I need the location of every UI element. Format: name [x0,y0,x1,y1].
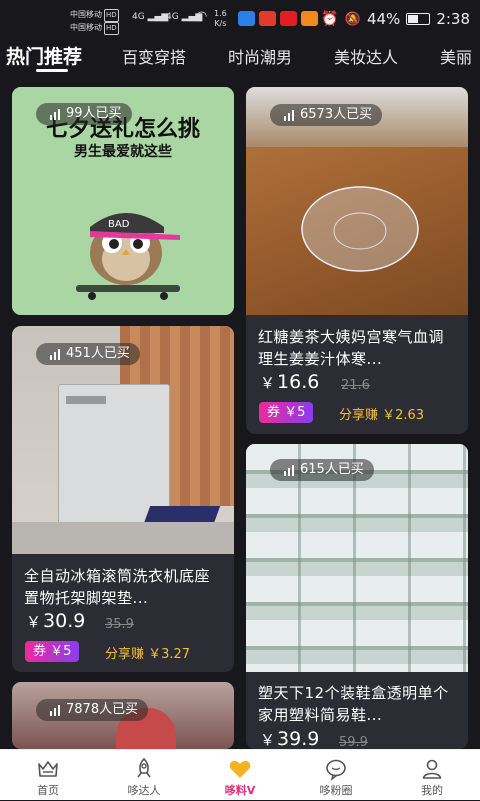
tab-outfit[interactable]: 百变穿搭 [122,44,186,68]
tab-hot[interactable]: 热门推荐 [6,42,82,69]
crown-icon [38,761,58,777]
alarm-icon: ⏰ [321,11,339,27]
original-price: 35.9 [105,617,134,632]
tab-men-fashion[interactable]: 时尚潮男 [228,44,292,68]
app-notification-icon [301,11,318,26]
hd-badge-2: HD [104,22,119,35]
nav-talent-label: 哆达人 [127,784,161,797]
tab-beauty[interactable]: 美丽 [440,44,472,68]
product-card[interactable]: 451人已买 全自动冰箱滚筒洗衣机底座置物托架脚架垫... ￥ 30.9 35.9… [12,326,234,672]
notification-icons: ··· [238,11,333,26]
coupon-badge[interactable]: 券 ￥5 [25,641,80,662]
product-card[interactable]: 6573人已买 红糖姜茶大姨妈宫寒气血调理生姜姜汁体寒... ￥ 16.6 21.… [246,87,468,434]
user-icon [422,759,442,779]
heart-icon [229,760,251,778]
nav-fans[interactable]: 哆粉圈 [288,750,384,801]
share-earn[interactable]: 分享赚 ￥2.63 [339,404,424,423]
bought-count-badge: 99人已买 [36,103,132,125]
app-notification-icon [238,11,255,26]
owl-skateboard-illustration: BAD [76,213,180,300]
status-bar: 中国移动 HD 中国移动 HD 4G ▂▄▆ 4G ▂▄▆ ◠ 1.6 K/s ···… [0,0,480,38]
original-price: 21.6 [341,378,370,393]
product-title: 塑天下12个装鞋盒透明单个家用塑料简易鞋... [258,684,449,724]
nav-home-label: 首页 [37,784,59,797]
product-price: ￥ 30.9 [26,610,86,632]
nav-mine-label: 我的 [421,784,443,797]
wifi-icon: ◠ [196,9,208,24]
bottom-nav: 首页 哆达人 哆料V 哆粉圈 我的 [0,749,480,800]
app-notification-icon [259,11,276,26]
product-title: 全自动冰箱滚筒洗衣机底座置物托架脚架垫... [24,567,211,607]
active-tab-indicator [36,69,68,72]
nav-v-label: 哆料V [224,784,256,797]
bars-icon [50,704,60,716]
bars-icon [50,348,60,360]
bars-icon [50,108,60,120]
bought-count-badge: 451人已买 [36,343,140,365]
bought-count-badge: 615人已买 [270,459,374,481]
nav-fans-label: 哆粉圈 [319,784,353,797]
category-tabs: 热门推荐 百变穿搭 时尚潮男 美妆达人 美丽 [0,38,480,78]
product-price: ￥ 39.9 [260,728,320,749]
carrier-1: 中国移动 [70,10,102,19]
tab-makeup[interactable]: 美妆达人 [334,44,398,68]
bought-count-badge: 6573人已买 [270,104,383,126]
nav-talent[interactable]: 哆达人 [96,750,192,801]
poster-subtitle: 男生最爱就这些 [74,144,172,160]
hd-badge-1: HD [104,9,119,22]
original-price: 59.9 [339,735,368,749]
mute-icon: 🔕 [344,11,361,27]
product-card[interactable]: 615人已买 塑天下12个装鞋盒透明单个家用塑料简易鞋... ￥ 39.9 59.… [246,444,468,749]
product-card[interactable]: 7878人已买 [12,682,234,749]
share-earn[interactable]: 分享赚 ￥3.27 [105,643,190,662]
bought-count-badge: 7878人已买 [36,699,149,721]
product-card[interactable]: 七夕送礼怎么挑 男生最爱就这些 BAD 99人已买 [12,87,234,315]
product-price: ￥ 16.6 [260,371,320,393]
carrier-info: 中国移动 HD 中国移动 HD [70,9,119,35]
bars-icon [284,464,294,476]
rocket-icon [137,757,151,778]
carrier-2: 中国移动 [70,23,102,32]
chat-bubble-icon [326,759,346,781]
product-title: 红糖姜茶大姨妈宫寒气血调理生姜姜汁体寒... [258,328,445,368]
nav-v[interactable]: 哆料V [192,750,288,801]
app-notification-icon [280,11,297,26]
cap-text: BAD [108,219,130,230]
battery-icon [406,13,431,25]
net-speed: 1.6 K/s [214,9,227,28]
coupon-badge[interactable]: 券 ￥5 [259,402,314,423]
battery-percent: 44% [366,10,401,28]
bars-icon [284,109,294,121]
clock: 2:38 [436,10,470,28]
nav-mine[interactable]: 我的 [384,750,480,801]
signal-1: 4G ▂▄▆ [132,12,169,22]
nav-home[interactable]: 首页 [0,750,96,801]
